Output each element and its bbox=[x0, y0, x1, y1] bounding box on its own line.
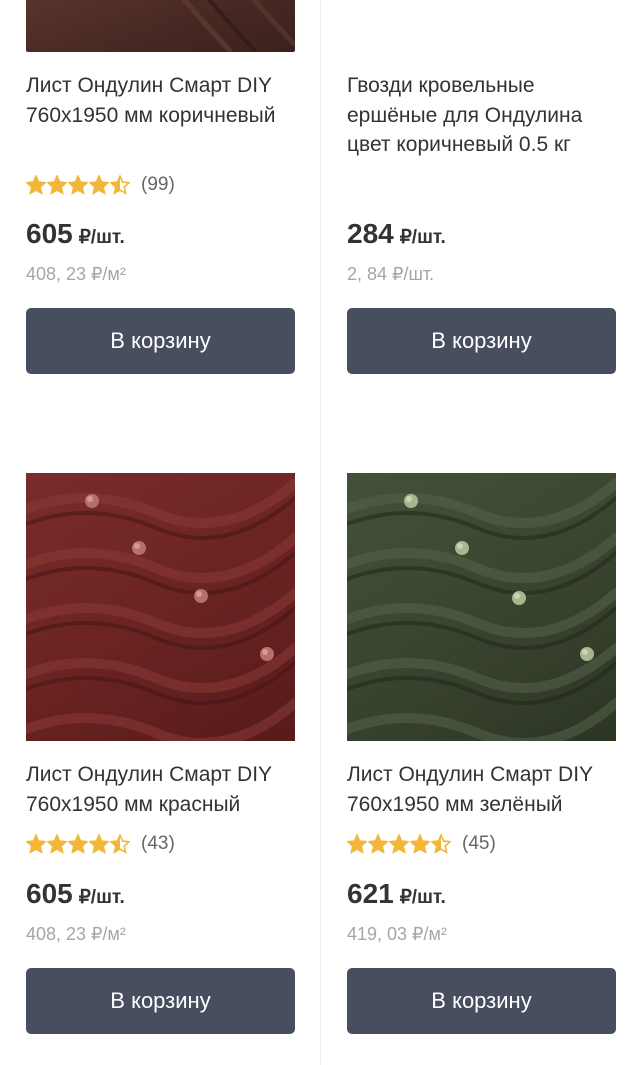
rating-stars bbox=[26, 834, 131, 854]
star-icon bbox=[26, 175, 46, 195]
price: 605 bbox=[26, 878, 73, 909]
review-count[interactable]: (99) bbox=[141, 174, 175, 196]
star-icon bbox=[47, 175, 67, 195]
unit-price: 2, 84 ₽/шт. bbox=[347, 264, 435, 284]
product-card-nails[interactable]: Гвозди кровельные ершёные для Ондулина ц… bbox=[347, 0, 616, 380]
star-icon bbox=[368, 834, 388, 854]
star-icon bbox=[26, 834, 46, 854]
rating: (99) bbox=[26, 173, 175, 197]
price-row: 621 ₽/шт. bbox=[347, 878, 446, 910]
product-title[interactable]: Лист Ондулин Смарт DIY 760x1950 мм корич… bbox=[26, 71, 295, 130]
product-image[interactable] bbox=[347, 473, 616, 741]
price-row: 284 ₽/шт. bbox=[347, 218, 446, 250]
star-icon bbox=[89, 175, 109, 195]
add-to-cart-button[interactable]: В корзину bbox=[26, 308, 295, 374]
product-card-brown-sheet[interactable]: Лист Ондулин Смарт DIY 760x1950 мм корич… bbox=[26, 0, 295, 380]
star-icon bbox=[347, 834, 367, 854]
star-icon bbox=[431, 834, 451, 854]
star-icon bbox=[410, 834, 430, 854]
add-to-cart-button[interactable]: В корзину bbox=[347, 968, 616, 1034]
product-title[interactable]: Лист Ондулин Смарт DIY 760x1950 мм зелён… bbox=[347, 760, 616, 819]
star-icon bbox=[389, 834, 409, 854]
product-image[interactable] bbox=[26, 473, 295, 741]
star-icon bbox=[47, 834, 67, 854]
star-icon bbox=[110, 175, 130, 195]
rating-stars bbox=[26, 175, 131, 195]
price: 621 bbox=[347, 878, 394, 909]
product-card-green-sheet[interactable]: Лист Ондулин Смарт DIY 760x1950 мм зелён… bbox=[347, 473, 616, 1034]
add-to-cart-button[interactable]: В корзину bbox=[26, 968, 295, 1034]
rating: (43) bbox=[26, 832, 175, 856]
rating: (45) bbox=[347, 832, 496, 856]
price-unit: ₽/шт. bbox=[78, 887, 125, 908]
unit-price: 408, 23 ₽/м² bbox=[26, 924, 126, 944]
star-icon bbox=[89, 834, 109, 854]
unit-price: 419, 03 ₽/м² bbox=[347, 924, 447, 944]
product-title[interactable]: Гвозди кровельные ершёные для Ондулина ц… bbox=[347, 71, 616, 160]
price: 605 bbox=[26, 218, 73, 249]
product-title[interactable]: Лист Ондулин Смарт DIY 760x1950 мм красн… bbox=[26, 760, 295, 819]
price: 284 bbox=[347, 218, 394, 249]
unit-price: 408, 23 ₽/м² bbox=[26, 264, 126, 284]
product-image[interactable] bbox=[26, 0, 295, 52]
star-icon bbox=[110, 834, 130, 854]
review-count[interactable]: (43) bbox=[141, 833, 175, 855]
column-divider bbox=[320, 0, 321, 1065]
star-icon bbox=[68, 834, 88, 854]
price-unit: ₽/шт. bbox=[78, 227, 125, 248]
rating-stars bbox=[347, 834, 452, 854]
price-unit: ₽/шт. bbox=[399, 887, 446, 908]
price-row: 605 ₽/шт. bbox=[26, 878, 125, 910]
add-to-cart-button[interactable]: В корзину bbox=[347, 308, 616, 374]
price-unit: ₽/шт. bbox=[399, 227, 446, 248]
product-card-red-sheet[interactable]: Лист Ондулин Смарт DIY 760x1950 мм красн… bbox=[26, 473, 295, 1034]
star-icon bbox=[68, 175, 88, 195]
review-count[interactable]: (45) bbox=[462, 833, 496, 855]
price-row: 605 ₽/шт. bbox=[26, 218, 125, 250]
